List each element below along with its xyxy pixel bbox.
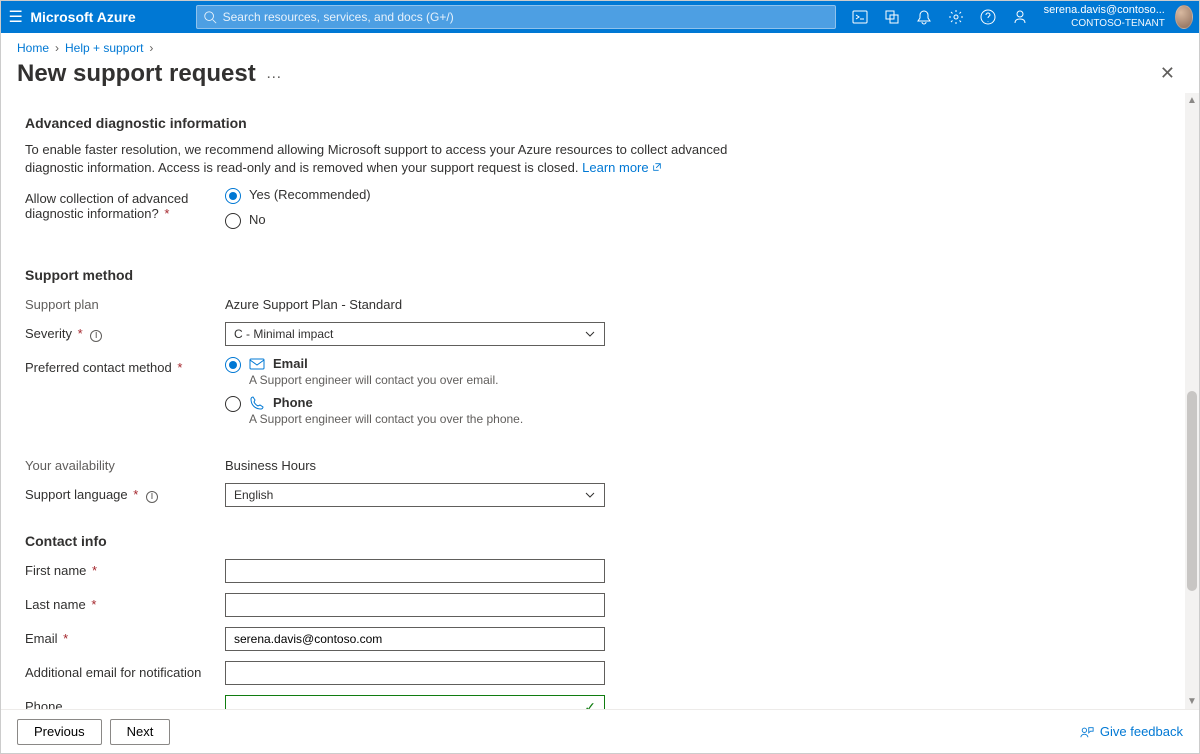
cloud-shell-icon[interactable] xyxy=(844,1,876,33)
avatar[interactable] xyxy=(1175,5,1193,29)
radio-email-label: Email xyxy=(273,356,308,371)
search-input[interactable] xyxy=(223,10,835,24)
chevron-right-icon: › xyxy=(149,41,153,55)
chevron-down-icon xyxy=(584,328,596,340)
breadcrumb: Home › Help + support › xyxy=(17,41,1183,55)
mail-icon xyxy=(249,356,265,372)
availability-label: Your availability xyxy=(25,454,225,473)
radio-no[interactable] xyxy=(225,213,241,229)
heading-advanced-diagnostic: Advanced diagnostic information xyxy=(25,115,1161,131)
radio-email-sub: A Support engineer will contact you over… xyxy=(249,373,523,387)
heading-support-method: Support method xyxy=(25,267,1161,283)
more-icon[interactable]: … xyxy=(266,65,284,83)
support-plan-label: Support plan xyxy=(25,293,225,312)
radio-phone-sub: A Support engineer will contact you over… xyxy=(249,412,523,426)
page-title: New support request xyxy=(17,60,256,88)
email-input[interactable] xyxy=(225,627,605,651)
severity-select[interactable]: C - Minimal impact xyxy=(225,322,605,346)
give-feedback-link[interactable]: Give feedback xyxy=(1080,724,1183,739)
last-name-label: Last name * xyxy=(25,593,225,612)
account-email: serena.davis@contoso... xyxy=(1044,4,1165,17)
email-label: Email * xyxy=(25,627,225,646)
support-language-select[interactable]: English xyxy=(225,483,605,507)
radio-no-label: No xyxy=(249,212,266,227)
radio-phone-label: Phone xyxy=(273,395,313,410)
topbar: ☰ Microsoft Azure serena.davis@contoso..… xyxy=(1,1,1199,33)
footer: Previous Next Give feedback xyxy=(1,709,1199,753)
help-icon[interactable] xyxy=(972,1,1004,33)
chevron-down-icon xyxy=(584,489,596,501)
account-info[interactable]: serena.davis@contoso... CONTOSO-TENANT xyxy=(1036,4,1169,30)
external-link-icon xyxy=(652,162,662,172)
scrollbar-thumb[interactable] xyxy=(1187,391,1197,591)
notifications-icon[interactable] xyxy=(908,1,940,33)
severity-label: Severity * i xyxy=(25,322,225,342)
learn-more-link[interactable]: Learn more xyxy=(582,160,662,175)
directories-icon[interactable] xyxy=(876,1,908,33)
phone-input[interactable]: ✓ xyxy=(225,695,605,709)
additional-email-label: Additional email for notification xyxy=(25,661,225,680)
feedback-icon[interactable] xyxy=(1004,1,1036,33)
allow-collection-label: Allow collection of advanced diagnostic … xyxy=(25,187,225,221)
support-language-label: Support language * i xyxy=(25,483,225,503)
last-name-input[interactable] xyxy=(225,593,605,617)
heading-contact-info: Contact info xyxy=(25,533,1161,549)
preferred-contact-label: Preferred contact method * xyxy=(25,356,225,375)
phone-icon xyxy=(249,395,265,411)
info-icon[interactable]: i xyxy=(146,491,158,503)
scroll-up-icon[interactable]: ▲ xyxy=(1185,95,1199,106)
availability-value: Business Hours xyxy=(225,454,316,473)
check-icon: ✓ xyxy=(584,699,596,710)
brand: Microsoft Azure xyxy=(30,9,145,25)
phone-label: Phone xyxy=(25,695,225,709)
previous-button[interactable]: Previous xyxy=(17,719,102,745)
radio-yes-label: Yes (Recommended) xyxy=(249,187,371,202)
radio-yes[interactable] xyxy=(225,188,241,204)
support-plan-value: Azure Support Plan - Standard xyxy=(225,293,402,312)
next-button[interactable]: Next xyxy=(110,719,171,745)
info-icon[interactable]: i xyxy=(90,330,102,342)
hamburger-icon[interactable]: ☰ xyxy=(1,7,30,27)
advanced-diagnostic-desc: To enable faster resolution, we recommen… xyxy=(25,141,765,177)
person-feedback-icon xyxy=(1080,725,1094,739)
radio-email[interactable] xyxy=(225,357,241,373)
settings-icon[interactable] xyxy=(940,1,972,33)
global-search[interactable] xyxy=(196,5,836,29)
radio-phone[interactable] xyxy=(225,396,241,412)
scrollbar[interactable]: ▲ ▼ xyxy=(1185,93,1199,709)
additional-email-input[interactable] xyxy=(225,661,605,685)
account-tenant: CONTOSO-TENANT xyxy=(1044,17,1165,30)
first-name-input[interactable] xyxy=(225,559,605,583)
breadcrumb-home[interactable]: Home xyxy=(17,41,49,55)
breadcrumb-help[interactable]: Help + support xyxy=(65,41,143,55)
first-name-label: First name * xyxy=(25,559,225,578)
scroll-down-icon[interactable]: ▼ xyxy=(1185,696,1199,707)
close-icon[interactable]: ✕ xyxy=(1152,59,1183,88)
chevron-right-icon: › xyxy=(55,41,59,55)
search-icon xyxy=(203,10,217,24)
